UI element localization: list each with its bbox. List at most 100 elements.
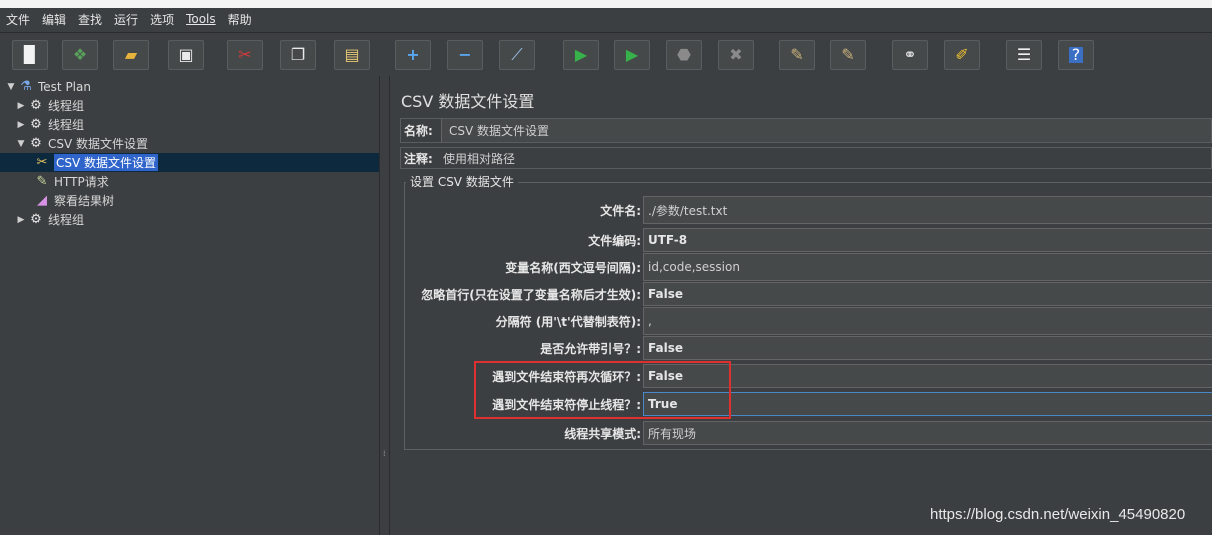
- start-no-pauses-icon: ▶: [625, 45, 639, 64]
- tree-item-result-tree[interactable]: ◢ 察看结果树: [33, 191, 114, 210]
- function-helper-button[interactable]: ☰: [1006, 40, 1042, 70]
- tree-item-thread-group-2[interactable]: ▶ ⚙ 线程组: [15, 115, 84, 134]
- tree-item-thread-group-1[interactable]: ▶ ⚙ 线程组: [15, 96, 84, 115]
- collapsed-arrow-icon[interactable]: ▶: [15, 215, 27, 225]
- reset-search-button[interactable]: ✐: [944, 40, 980, 70]
- encoding-select[interactable]: UTF-8: [643, 228, 1212, 252]
- recycle-eof-select[interactable]: False: [643, 364, 1212, 388]
- stop-thread-eof-select[interactable]: True: [643, 392, 1212, 416]
- tree-item-label: Test Plan: [38, 79, 91, 94]
- search-icon: ⚭: [903, 45, 917, 64]
- tree-item-label: 线程组: [48, 118, 85, 132]
- tree-item-csv-config[interactable]: ✂ CSV 数据文件设置: [33, 153, 159, 172]
- tree-item-label: 线程组: [48, 99, 85, 113]
- save-icon: ▣: [178, 45, 194, 64]
- gear-icon: ⚙: [30, 117, 42, 132]
- open-icon: ▰: [124, 45, 138, 64]
- start-no-pauses-button[interactable]: ▶: [614, 40, 650, 70]
- collapsed-arrow-icon[interactable]: ▶: [15, 101, 27, 111]
- open-button[interactable]: ▰: [113, 40, 149, 70]
- stop-button[interactable]: ⬣: [666, 40, 702, 70]
- csv-config-panel: CSV 数据文件设置 名称: CSV 数据文件设置 注释: 使用相对路径 设置 …: [390, 76, 1212, 535]
- group-title: 设置 CSV 数据文件: [406, 173, 518, 190]
- recycle-eof-label: 遇到文件结束符再次循环？:: [492, 369, 641, 384]
- allow-quoted-select[interactable]: False: [643, 336, 1212, 360]
- menu-file[interactable]: 文件: [6, 11, 30, 28]
- function-helper-icon: ☰: [1016, 45, 1032, 64]
- help-icon: ?: [1068, 47, 1084, 63]
- comment-label: 注释:: [404, 151, 433, 166]
- clear-all-button[interactable]: ✎: [830, 40, 866, 70]
- tree-item-label: CSV 数据文件设置: [54, 154, 159, 171]
- menu-search[interactable]: 查找: [78, 11, 102, 28]
- field-row-ignore-first-line: 忽略首行(只在设置了变量名称后才生效): False: [390, 282, 1212, 306]
- templates-icon: ❖: [72, 45, 88, 64]
- toolbar: ▉ ❖ ▰ ▣ ✂ ❐ ▤ + − ⟋ ▶ ▶ ⬣ ✖ ✎ ✎ ⚭ ✐ ☰ ?: [0, 32, 1212, 74]
- flask-icon: ⚗: [20, 79, 32, 94]
- window-top-strip: [0, 0, 1212, 8]
- watermark: https://blog.csdn.net/weixin_45490820: [930, 506, 1186, 523]
- shutdown-button[interactable]: ✖: [718, 40, 754, 70]
- field-row-filename: 文件名: ./参数/test.txt: [390, 196, 1212, 224]
- variable-names-input[interactable]: id,code,session: [643, 253, 1212, 281]
- paste-icon: ▤: [344, 45, 360, 64]
- collapse-button[interactable]: −: [447, 40, 483, 70]
- menu-tools[interactable]: Tools: [186, 12, 216, 26]
- help-button[interactable]: ?: [1058, 40, 1094, 70]
- reset-search-icon: ✐: [955, 45, 969, 64]
- menu-edit[interactable]: 编辑: [42, 11, 66, 28]
- field-row-variable-names: 变量名称(西文逗号间隔): id,code,session: [390, 253, 1212, 281]
- search-button[interactable]: ⚭: [892, 40, 928, 70]
- tree-item-label: CSV 数据文件设置: [48, 137, 149, 151]
- tree-item-thread-group-4[interactable]: ▶ ⚙ 线程组: [15, 210, 84, 229]
- filename-input[interactable]: ./参数/test.txt: [643, 196, 1212, 224]
- name-input[interactable]: CSV 数据文件设置: [441, 119, 1211, 142]
- expand-arrow-icon[interactable]: ▼: [5, 82, 17, 92]
- collapsed-arrow-icon[interactable]: ▶: [15, 120, 27, 130]
- tree-item-test-plan[interactable]: ▼ ⚗ Test Plan: [5, 77, 91, 96]
- menu-bar: 文件 编辑 查找 运行 选项 Tools 帮助: [0, 8, 1212, 30]
- panel-splitter[interactable]: ⁞: [379, 76, 390, 535]
- copy-icon: ❐: [290, 45, 306, 64]
- new-button[interactable]: ▉: [12, 40, 48, 70]
- toggle-button[interactable]: ⟋: [499, 40, 535, 70]
- expand-button[interactable]: +: [395, 40, 431, 70]
- clear-icon: ✎: [790, 45, 804, 64]
- comment-row: 注释: 使用相对路径: [400, 147, 1212, 169]
- splitter-grip-icon[interactable]: ⁞: [383, 450, 387, 464]
- pipette-icon: ✎: [36, 174, 48, 189]
- encoding-label: 文件编码:: [588, 233, 641, 248]
- tree-item-thread-group-3[interactable]: ▼ ⚙ CSV 数据文件设置: [15, 134, 149, 153]
- paste-button[interactable]: ▤: [334, 40, 370, 70]
- gear-icon: ⚙: [30, 136, 42, 151]
- copy-button[interactable]: ❐: [280, 40, 316, 70]
- stop-thread-eof-label: 遇到文件结束符停止线程？:: [492, 397, 641, 412]
- expand-icon: +: [406, 45, 420, 64]
- menu-options[interactable]: 选项: [150, 11, 174, 28]
- tree-item-label: 线程组: [48, 213, 85, 227]
- templates-button[interactable]: ❖: [62, 40, 98, 70]
- expand-arrow-icon[interactable]: ▼: [15, 139, 27, 149]
- start-icon: ▶: [574, 45, 588, 64]
- tree-item-label: 察看结果树: [54, 194, 115, 208]
- cut-button[interactable]: ✂: [227, 40, 263, 70]
- tree-item-label: HTTP请求: [54, 175, 109, 189]
- stop-icon: ⬣: [677, 45, 691, 64]
- sharing-mode-select[interactable]: 所有现场: [643, 421, 1212, 445]
- tree-item-http-request[interactable]: ✎ HTTP请求: [33, 172, 109, 191]
- field-row-sharing-mode: 线程共享模式: 所有现场: [390, 421, 1212, 445]
- menu-run[interactable]: 运行: [114, 11, 138, 28]
- clear-button[interactable]: ✎: [779, 40, 815, 70]
- save-button[interactable]: ▣: [168, 40, 204, 70]
- menu-help[interactable]: 帮助: [228, 11, 252, 28]
- gear-icon: ⚙: [30, 98, 42, 113]
- gear-icon: ⚙: [30, 212, 42, 227]
- shutdown-icon: ✖: [729, 45, 743, 64]
- comment-input[interactable]: 使用相对路径: [443, 150, 515, 167]
- ignore-first-line-select[interactable]: False: [643, 282, 1212, 306]
- start-button[interactable]: ▶: [563, 40, 599, 70]
- filename-label: 文件名:: [600, 203, 641, 218]
- delimiter-input[interactable]: ,: [643, 307, 1212, 335]
- field-row-delimiter: 分隔符 (用'\t'代替制表符): ,: [390, 307, 1212, 335]
- sharing-mode-label: 线程共享模式:: [564, 426, 641, 441]
